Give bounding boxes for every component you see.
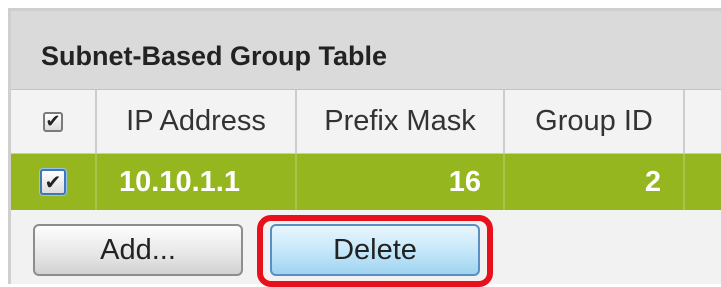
cell-prefix-mask: 16 [297, 154, 505, 210]
checkmark-icon: ✔ [45, 110, 61, 132]
delete-button[interactable]: Delete [270, 224, 480, 276]
column-header-group-id[interactable]: Group ID [505, 90, 685, 153]
column-header-prefix-mask[interactable]: Prefix Mask [297, 90, 505, 153]
add-button[interactable]: Add... [33, 224, 243, 276]
row-select-checkbox[interactable]: ✔ [40, 169, 66, 195]
select-all-checkbox[interactable]: ✔ [43, 110, 63, 132]
table-title-bar: Subnet-Based Group Table [11, 11, 721, 90]
table-title: Subnet-Based Group Table [41, 41, 388, 71]
table-row[interactable]: ✔ 10.10.1.1 16 2 [11, 154, 721, 210]
table-header-row: ✔ IP Address Prefix Mask Group ID [11, 90, 721, 154]
subnet-group-table-panel: Subnet-Based Group Table ✔ IP Address Pr… [8, 8, 721, 287]
header-select-all-cell: ✔ [11, 90, 97, 153]
table-action-bar: Add... Delete [11, 211, 721, 287]
row-select-cell: ✔ [11, 154, 97, 210]
column-header-ip-address[interactable]: IP Address [97, 90, 297, 153]
cell-group-id: 2 [505, 154, 685, 210]
cell-ip-address: 10.10.1.1 [97, 154, 297, 210]
checkmark-icon: ✔ [44, 170, 62, 194]
